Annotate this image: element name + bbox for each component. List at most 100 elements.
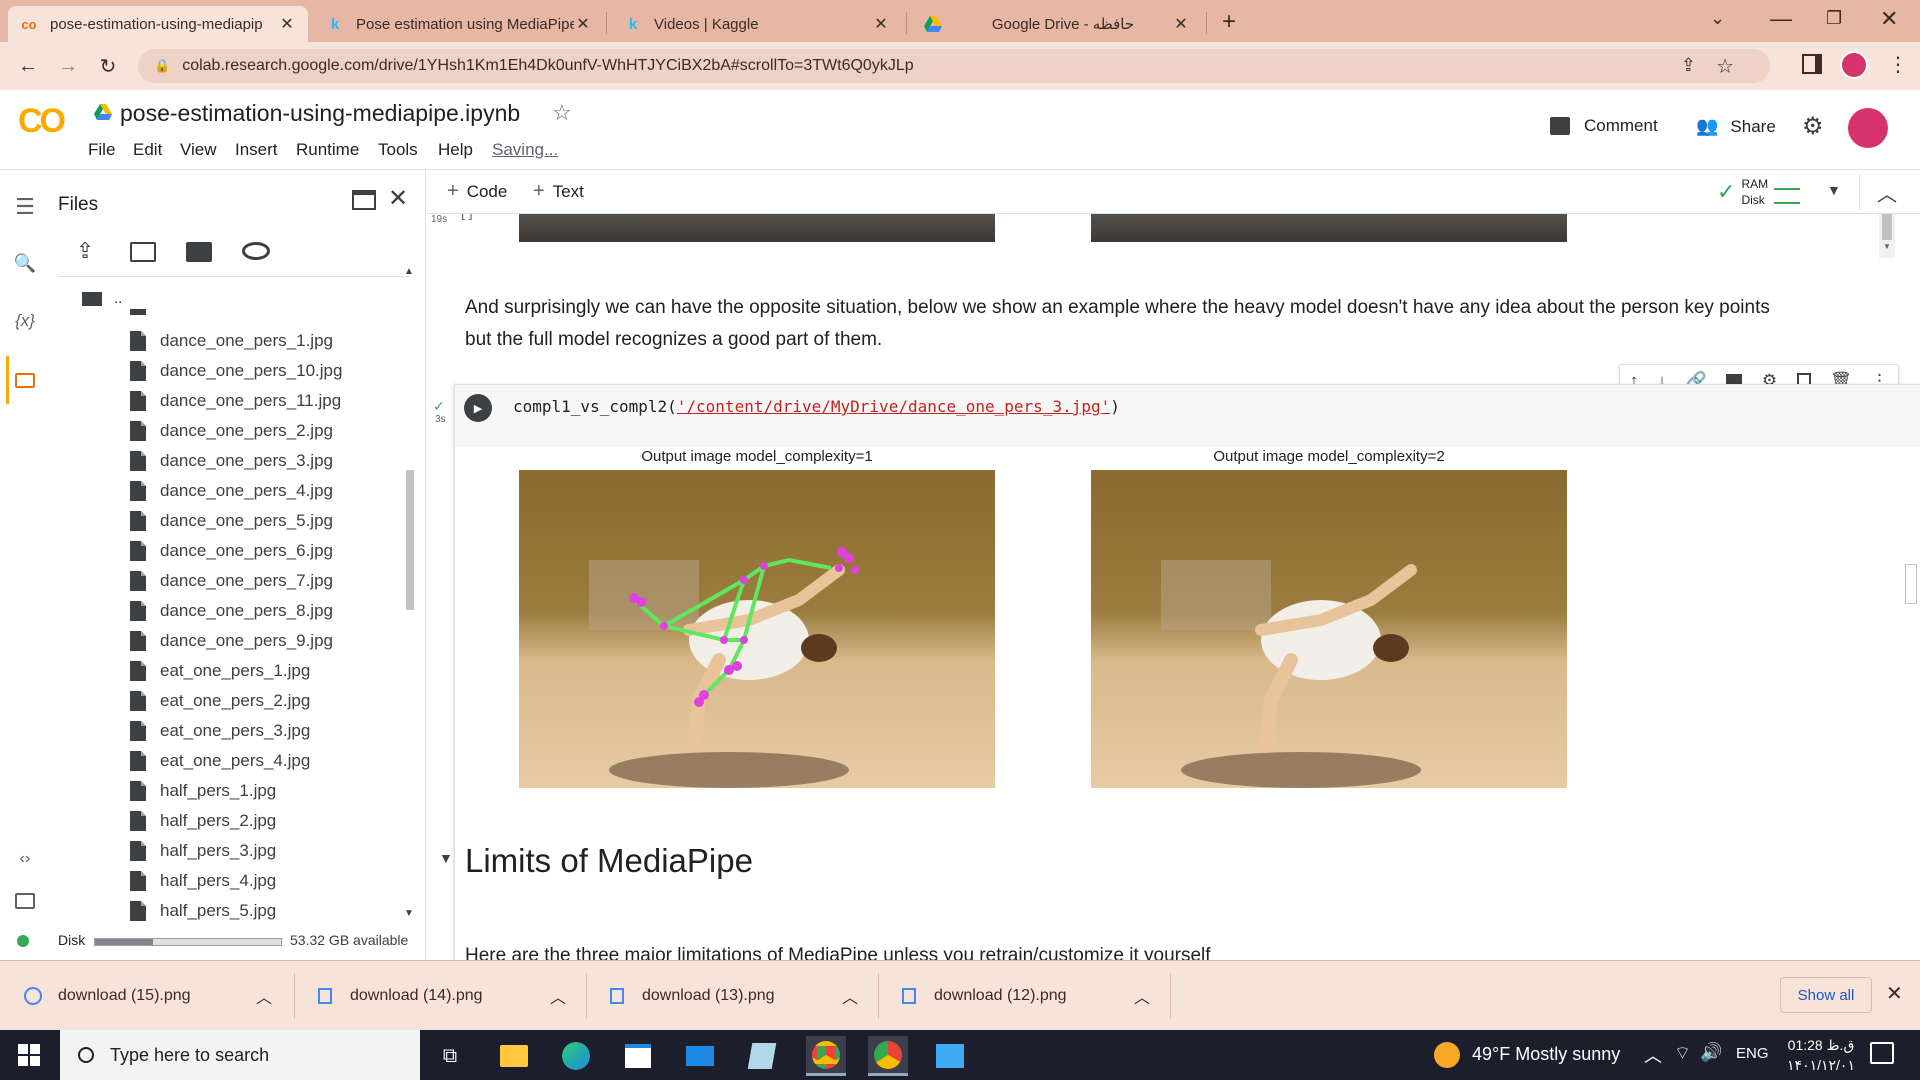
file-row[interactable]: half_pers_5.jpg: [130, 896, 276, 926]
file-row[interactable]: dance_one_pers_11.jpg: [130, 386, 341, 416]
menu-tools[interactable]: Tools: [378, 140, 418, 160]
microsoft-store-icon[interactable]: [618, 1036, 658, 1076]
file-row[interactable]: eat_one_pers_4.jpg: [130, 746, 310, 776]
windows-start-icon[interactable]: [18, 1044, 40, 1066]
notepad-icon[interactable]: [742, 1036, 782, 1076]
menu-file[interactable]: File: [88, 140, 115, 160]
close-icon[interactable]: ✕: [278, 14, 296, 34]
terminal-icon[interactable]: [10, 886, 40, 916]
toc-icon[interactable]: ☰: [10, 192, 40, 222]
comment-button[interactable]: Comment: [1550, 116, 1658, 136]
volume-icon[interactable]: 🔊: [1700, 1042, 1722, 1063]
chevron-up-icon[interactable]: ︿: [1644, 1042, 1662, 1068]
chevron-up-icon[interactable]: ︿: [1134, 984, 1150, 1008]
weather-text[interactable]: 49°F Mostly sunny: [1472, 1044, 1620, 1065]
resources-dropdown-icon[interactable]: ▼: [1827, 182, 1841, 198]
upload-file-icon[interactable]: ⇪: [76, 238, 94, 264]
file-row[interactable]: dance_one_pers_4.jpg: [130, 476, 333, 506]
restore-icon[interactable]: ❐: [1826, 8, 1842, 29]
add-text-button[interactable]: + Text: [533, 180, 584, 203]
file-row[interactable]: half_pers_1.jpg: [130, 776, 276, 806]
chrome-profile-icon[interactable]: [868, 1036, 908, 1076]
file-row[interactable]: half_pers_2.jpg: [130, 806, 276, 836]
file-row[interactable]: dance_one_pers_6.jpg: [130, 536, 333, 566]
share-page-icon[interactable]: ⇪: [1681, 55, 1696, 76]
file-row[interactable]: eat_one_pers_1.jpg: [130, 656, 310, 686]
share-button[interactable]: 👥 Share: [1696, 116, 1776, 137]
collapse-header-icon[interactable]: ︿: [1877, 178, 1897, 207]
chrome-icon[interactable]: [806, 1036, 846, 1076]
mail-icon[interactable]: [680, 1036, 720, 1076]
search-icon[interactable]: 🔍: [10, 248, 40, 278]
new-tab-button[interactable]: +: [1222, 8, 1236, 36]
address-bar[interactable]: 🔒 colab.research.google.com/drive/1YHsh1…: [138, 49, 1770, 83]
chevron-up-icon[interactable]: ︿: [550, 984, 566, 1008]
prev-output-scrollbar[interactable]: ▼: [1879, 214, 1895, 258]
file-row[interactable]: dance_one_pers_1.jpg: [130, 326, 333, 356]
browser-menu-icon[interactable]: ⋮: [1888, 52, 1908, 77]
collapse-section-icon[interactable]: ▼: [439, 850, 453, 866]
settings-gear-icon[interactable]: ⚙: [1802, 112, 1824, 141]
profile-avatar[interactable]: [1840, 51, 1868, 79]
variables-icon[interactable]: {x}: [10, 306, 40, 336]
chevron-up-icon[interactable]: ︿: [256, 984, 272, 1008]
download-item[interactable]: download (13).png ︿: [586, 961, 876, 1031]
window-close-icon[interactable]: ✕: [1880, 6, 1898, 32]
task-view-icon[interactable]: ⧉: [430, 1036, 470, 1076]
user-avatar[interactable]: [1848, 108, 1888, 148]
close-icon[interactable]: ✕: [1172, 14, 1190, 34]
back-icon[interactable]: ←: [12, 50, 44, 82]
menu-edit[interactable]: Edit: [133, 140, 162, 160]
scroll-down-arrow[interactable]: ▼: [402, 908, 416, 926]
weather-sunny-icon[interactable]: [1434, 1042, 1460, 1068]
tab-search-icon[interactable]: ⌄: [1710, 8, 1725, 29]
file-row[interactable]: dance_one_pers_3.jpg: [130, 446, 333, 476]
parent-dir-row[interactable]: ..: [82, 290, 122, 307]
folder-icon[interactable]: [10, 365, 40, 395]
show-hidden-eye-icon[interactable]: [242, 242, 270, 260]
code-line[interactable]: compl1_vs_compl2('/content/drive/MyDrive…: [513, 397, 1120, 416]
file-row[interactable]: half_pers_3.jpg: [130, 836, 276, 866]
bookmark-star-icon[interactable]: ☆: [1716, 54, 1734, 79]
show-all-button[interactable]: Show all: [1780, 977, 1872, 1013]
side-panel-icon[interactable]: [1802, 54, 1822, 74]
forward-icon[interactable]: →: [52, 50, 84, 82]
download-item[interactable]: download (14).png ︿: [294, 961, 584, 1031]
open-in-tab-icon[interactable]: [352, 190, 376, 210]
resources-indicator[interactable]: ✓ RAM Disk: [1717, 176, 1801, 208]
menu-help[interactable]: Help: [438, 140, 473, 160]
file-row[interactable]: dance_one_pers_9.jpg: [130, 626, 333, 656]
wifi-icon[interactable]: ⌔: [1674, 1042, 1691, 1065]
close-panel-icon[interactable]: ✕: [388, 184, 408, 213]
file-row[interactable]: half_pers_4.jpg: [130, 866, 276, 896]
run-cell-play-icon[interactable]: ▶: [464, 394, 492, 422]
tab-colab[interactable]: co pose-estimation-using-mediapip ✕: [8, 6, 308, 42]
refresh-folder-icon[interactable]: [130, 242, 156, 262]
mount-drive-icon[interactable]: [186, 242, 212, 262]
notebook-scroll-marker[interactable]: [1905, 564, 1917, 604]
taskbar-search-box[interactable]: Type here to search: [60, 1030, 420, 1080]
code-editor[interactable]: [455, 385, 1920, 447]
file-explorer-icon[interactable]: [494, 1036, 534, 1076]
colab-logo[interactable]: CO: [18, 102, 66, 141]
file-row[interactable]: dance_one_pers_2.jpg: [130, 416, 333, 446]
close-icon[interactable]: ✕: [574, 14, 592, 34]
file-list-scrollbar[interactable]: [406, 470, 414, 610]
code-snippets-icon[interactable]: ‹›: [10, 844, 40, 874]
notebook-title[interactable]: pose-estimation-using-mediapipe.ipynb: [120, 100, 520, 127]
tab-kaggle-pose[interactable]: k Pose estimation using MediaPipe ✕: [314, 6, 604, 42]
add-code-button[interactable]: + Code: [447, 180, 507, 203]
menu-view[interactable]: View: [180, 140, 217, 160]
file-row[interactable]: dance_one_pers_5.jpg: [130, 506, 333, 536]
file-row[interactable]: dance_one_pers_7.jpg: [130, 566, 333, 596]
close-downloads-icon[interactable]: ✕: [1886, 981, 1903, 1006]
language-indicator[interactable]: ENG: [1736, 1045, 1769, 1062]
clock[interactable]: 01:28 ق.ظ ۱۴۰۱/۱۲/۰۱: [1776, 1035, 1866, 1075]
close-icon[interactable]: ✕: [872, 14, 890, 34]
minimize-icon[interactable]: —: [1770, 6, 1792, 32]
download-item[interactable]: download (12).png ︿: [878, 961, 1168, 1031]
download-item[interactable]: download (15).png ︿: [0, 961, 290, 1031]
notifications-icon[interactable]: [1870, 1042, 1894, 1064]
file-row[interactable]: eat_one_pers_2.jpg: [130, 686, 310, 716]
scroll-up-arrow[interactable]: ▲: [402, 266, 416, 284]
